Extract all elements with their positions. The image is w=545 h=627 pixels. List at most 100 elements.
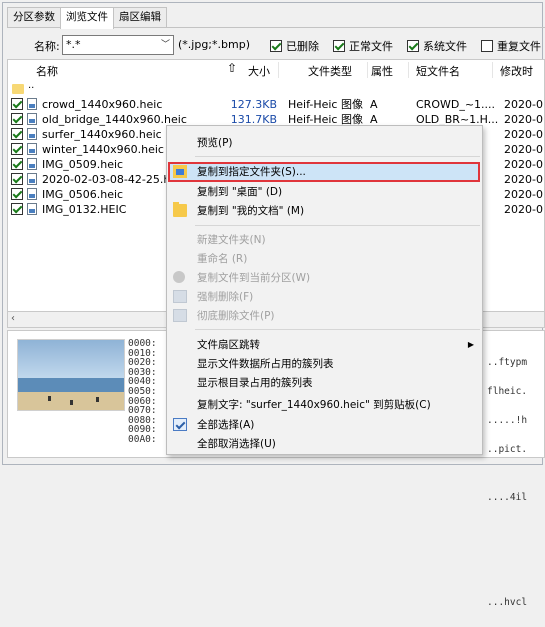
file-type: Heif-Heic 图像 (288, 98, 363, 111)
file-icon (27, 143, 37, 155)
menu-item-copy-text[interactable]: 复制文字: "surfer_1440x960.heic" 到剪贴板(C) (167, 396, 482, 414)
checkbox-icon[interactable] (11, 173, 23, 185)
thumbnail-figure (96, 397, 99, 402)
checkbox-icon[interactable] (407, 40, 419, 52)
hex-offsets: 0000: 0010: 0020: 0030: 0040: 0050: 0060… (128, 339, 157, 445)
column-type[interactable]: 文件类型 (308, 63, 352, 79)
column-modified[interactable]: 修改时 (500, 63, 533, 79)
checkbox-icon[interactable] (481, 40, 493, 52)
context-menu: 预览(P) 复制到指定文件夹(S)... 复制到 "桌面" (D) 复制到 "我… (166, 125, 483, 455)
thumbnail-sky (18, 340, 124, 382)
menu-item-copy-to-desktop[interactable]: 复制到 "桌面" (D) (167, 183, 482, 201)
sort-up-icon[interactable]: ⇧ (227, 61, 237, 75)
checkbox-icon[interactable] (11, 188, 23, 200)
checkbox-icon[interactable] (11, 113, 23, 125)
chevron-down-icon[interactable]: ﹀ (161, 36, 170, 54)
menu-separator (195, 329, 480, 330)
tab-sector-edit[interactable]: 扇区编辑 (113, 7, 167, 28)
menu-item-force-delete[interactable]: 强制删除(F) (167, 288, 482, 306)
checkbox-icon[interactable] (270, 40, 282, 52)
file-icon (27, 113, 37, 125)
filter-bar: 名称: *.* ﹀ (*.jpg;*.bmp) 已删除 正常文件 系统文件 重复… (0, 35, 545, 55)
menu-item-file-cluster-list[interactable]: 显示文件数据所占用的簇列表 (167, 355, 482, 373)
file-modified: 2020-0 (504, 113, 543, 126)
normal-files-checkbox-label: 正常文件 (349, 40, 393, 53)
column-divider[interactable] (278, 62, 279, 78)
image-thumbnail (17, 339, 125, 411)
column-divider[interactable] (408, 62, 409, 78)
menu-item-sector-jump[interactable]: 文件扇区跳转 ▶ (167, 336, 482, 354)
name-filter-value: *.* (66, 38, 81, 51)
file-name: crowd_1440x960.heic (42, 98, 163, 111)
submenu-arrow-icon: ▶ (467, 340, 474, 349)
menu-separator (195, 225, 480, 226)
thumbnail-figure (70, 400, 73, 405)
permanent-delete-icon (173, 309, 187, 322)
file-modified: 2020-0 (504, 173, 543, 186)
file-icon (27, 98, 37, 110)
column-short-name[interactable]: 短文件名 (416, 63, 460, 79)
hex-ascii: ....4il (487, 491, 528, 503)
system-files-checkbox[interactable]: 系统文件 (407, 38, 467, 54)
checkbox-icon[interactable] (11, 158, 23, 170)
extension-filter-text: (*.jpg;*.bmp) (178, 38, 250, 51)
column-header-row: 名称 ⇧ 大小 文件类型 属性 短文件名 修改时 (8, 60, 544, 80)
hex-ascii-column: ..ftypm flheic. .....!h ..pict. ....4il … (487, 339, 527, 627)
menu-item-copy-to-partition[interactable]: 复制文件到当前分区(W) (167, 269, 482, 287)
name-filter-combobox[interactable]: *.* ﹀ (62, 35, 174, 55)
menu-item-preview[interactable]: 预览(P) (167, 134, 482, 152)
tab-partition-params[interactable]: 分区参数 (7, 7, 61, 28)
file-modified: 2020-0 (504, 188, 543, 201)
hex-ascii: ..pict. (487, 443, 528, 455)
name-filter-label: 名称: (34, 40, 60, 53)
copy-to-partition-icon (173, 271, 185, 283)
column-divider[interactable] (367, 62, 368, 78)
file-icon (27, 203, 37, 215)
hex-ascii: .....!h (487, 414, 528, 426)
menu-item-permanent-delete[interactable]: 彻底删除文件(P) (167, 307, 482, 325)
duplicate-files-checkbox-label: 重复文件 (497, 40, 541, 53)
checkbox-icon[interactable] (11, 128, 23, 140)
hex-offset: 00A0: (128, 433, 157, 445)
file-icon (27, 173, 37, 185)
file-icon (27, 128, 37, 140)
tab-browse-files[interactable]: 浏览文件 (60, 7, 114, 29)
column-name[interactable]: 名称 (36, 63, 58, 79)
file-attr: A (370, 98, 378, 111)
folder-copy-icon (173, 165, 187, 178)
thumbnail-figure (48, 396, 51, 401)
checkbox-icon[interactable] (333, 40, 345, 52)
duplicate-files-checkbox[interactable]: 重复文件 (481, 38, 541, 54)
file-size: 127.3KB (230, 98, 277, 111)
menu-item-deselect-all[interactable]: 全部取消选择(U) (167, 435, 482, 453)
folder-icon (12, 84, 24, 94)
column-size[interactable]: 大小 (248, 63, 270, 79)
hex-ascii: flheic. (487, 385, 528, 397)
menu-item-new-folder[interactable]: 新建文件夹(N) (167, 231, 482, 249)
table-row[interactable]: crowd_1440x960.heic 127.3KB Heif-Heic 图像… (8, 97, 544, 112)
menu-separator (195, 156, 480, 157)
column-divider[interactable] (492, 62, 493, 78)
normal-files-checkbox[interactable]: 正常文件 (333, 38, 393, 54)
column-attr[interactable]: 属性 (371, 63, 393, 79)
checkbox-icon[interactable] (11, 203, 23, 215)
menu-item-rename[interactable]: 重命名 (R) (167, 250, 482, 268)
scroll-left-icon[interactable]: ‹ (11, 313, 15, 324)
file-modified: 2020-0 (504, 128, 543, 141)
select-all-icon (173, 418, 187, 431)
menu-item-select-all[interactable]: 全部选择(A) (167, 416, 482, 434)
menu-item-root-cluster-list[interactable]: 显示根目录占用的簇列表 (167, 374, 482, 392)
file-modified: 2020-0 (504, 143, 543, 156)
tab-bar: 分区参数 浏览文件 扇区编辑 (7, 7, 167, 29)
deleted-checkbox[interactable]: 已删除 (270, 38, 319, 54)
parent-folder-label: .. (28, 80, 35, 91)
checkbox-icon[interactable] (11, 143, 23, 155)
file-modified: 2020-0 (504, 98, 543, 111)
force-delete-icon (173, 290, 187, 303)
menu-item-copy-to-documents[interactable]: 复制到 "我的文档" (M) (167, 202, 482, 220)
menu-item-copy-to-folder[interactable]: 复制到指定文件夹(S)... (167, 163, 482, 181)
file-modified: 2020-0 (504, 158, 543, 171)
parent-folder-row[interactable]: .. (8, 80, 544, 96)
checkbox-icon[interactable] (11, 98, 23, 110)
file-icon (27, 158, 37, 170)
